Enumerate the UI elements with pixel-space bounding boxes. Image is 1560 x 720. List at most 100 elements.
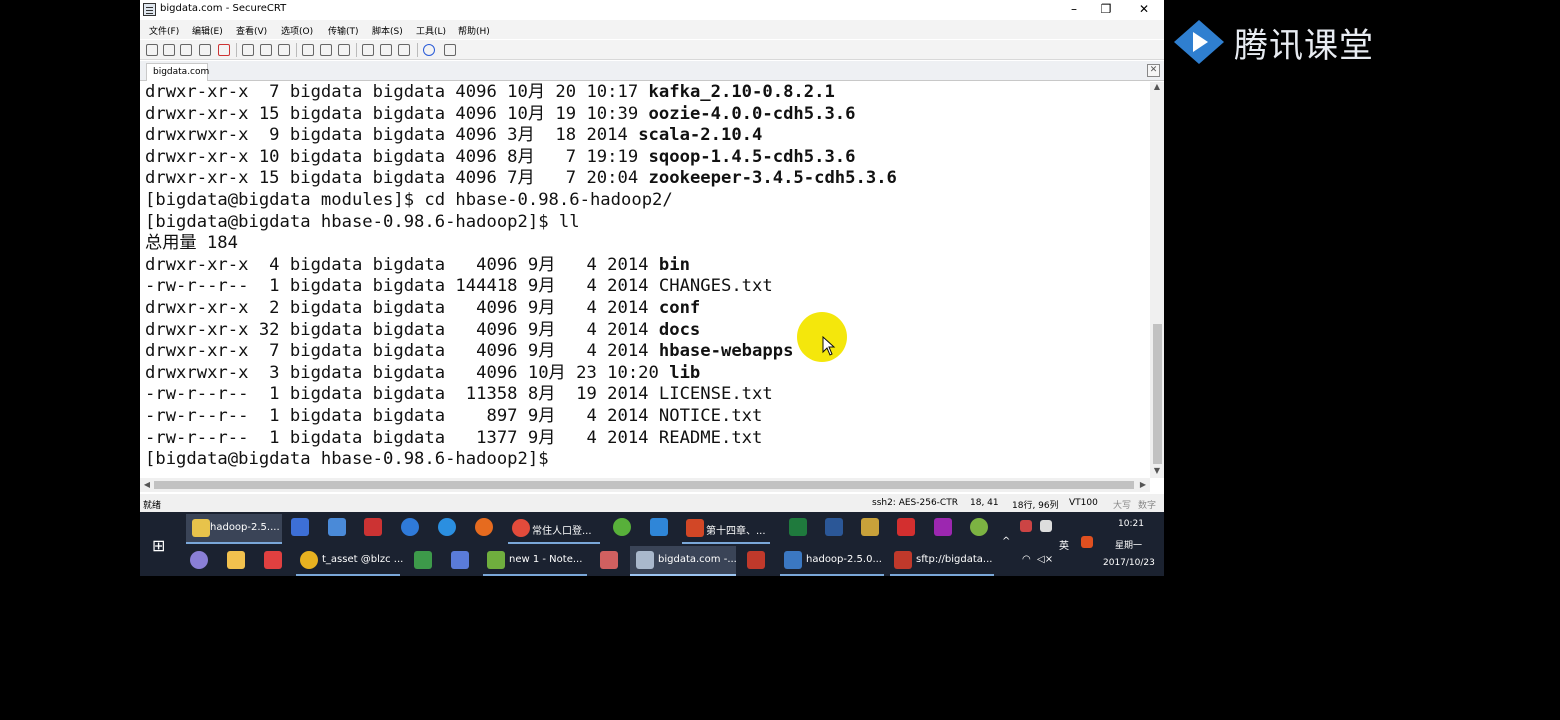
reconnect-icon[interactable]: [199, 44, 211, 56]
volume-muted-icon[interactable]: ◁×: [1037, 554, 1053, 565]
app-g-icon[interactable]: [291, 518, 309, 536]
settings-icon[interactable]: [380, 44, 392, 56]
taskbar-indicator: [890, 574, 994, 576]
play-logo-icon: [1174, 20, 1224, 64]
firefox-icon[interactable]: [475, 518, 493, 536]
wifi-icon[interactable]: ◠: [1022, 554, 1031, 565]
scroll-right-icon[interactable]: ▶: [1136, 478, 1150, 492]
menu-tools[interactable]: 工具(L): [416, 24, 446, 37]
taskbar-button-vbox[interactable]: hadoop-2.5.0...: [780, 546, 884, 574]
input-language[interactable]: 英: [1059, 537, 1069, 552]
app-colorful-icon[interactable]: [264, 551, 282, 569]
app-pen-icon[interactable]: [600, 551, 618, 569]
vertical-scrollbar[interactable]: ▲ ▼: [1150, 82, 1164, 478]
connect-icon[interactable]: [146, 44, 158, 56]
close-button[interactable]: ✕: [1126, 0, 1162, 19]
toolbar-separator: [356, 43, 357, 57]
session-options-icon[interactable]: [320, 44, 332, 56]
taskbar-button-securecrt[interactable]: bigdata.com -...: [630, 546, 737, 574]
filezilla-app-icon[interactable]: [747, 551, 765, 569]
app-green-icon[interactable]: [613, 518, 631, 536]
connect-tab-icon[interactable]: [180, 44, 192, 56]
battery-icon[interactable]: [1040, 520, 1052, 532]
terminal-line: drwxr-xr-x 4 bigdata bigdata 4096 9月 4 2…: [145, 255, 897, 277]
toolbar-options-icon[interactable]: [444, 44, 456, 56]
terminal-line-text: drwxrwxr-x 9 bigdata bigdata 4096 3月 18 …: [145, 125, 639, 146]
taskbar-button-folder[interactable]: hadoop-2.5....: [186, 514, 282, 542]
app-network-icon[interactable]: [328, 518, 346, 536]
terminal-output[interactable]: drwxr-xr-x 7 bigdata bigdata 4096 10月 20…: [140, 82, 1150, 478]
taskbar-indicator: [508, 542, 600, 544]
scroll-up-icon[interactable]: ▲: [1150, 82, 1164, 94]
terminal-entry-name: zookeeper-3.4.5-cdh5.3.6: [648, 168, 897, 189]
axure-icon[interactable]: [934, 518, 952, 536]
xmind-icon[interactable]: [897, 518, 915, 536]
taskbar-button-filezilla[interactable]: sftp://bigdata...: [890, 546, 994, 574]
menu-edit[interactable]: 编辑(E): [192, 24, 223, 37]
print-screen-icon[interactable]: [338, 44, 350, 56]
clock-time[interactable]: 10:21: [1118, 519, 1144, 529]
vertical-scroll-thumb[interactable]: [1153, 324, 1162, 464]
clock-weekday[interactable]: 星期一: [1115, 538, 1142, 551]
pycharm-icon[interactable]: [414, 551, 432, 569]
minimize-button[interactable]: –: [1056, 0, 1092, 19]
disconnect-icon[interactable]: [218, 44, 230, 56]
keymap-icon[interactable]: [398, 44, 410, 56]
status-ready: 就绪: [143, 501, 162, 511]
scroll-down-icon[interactable]: ▼: [1150, 466, 1164, 478]
session-tab[interactable]: bigdata.com: [146, 63, 209, 81]
menu-transfer[interactable]: 传输(T): [328, 24, 359, 37]
terminal-line-text: drwxrwxr-x 3 bigdata bigdata 4096 10月 23…: [145, 362, 670, 383]
tray-expand-icon[interactable]: ^: [1002, 536, 1010, 547]
quick-connect-icon[interactable]: [163, 44, 175, 56]
terminal-line: drwxr-xr-x 7 bigdata bigdata 4096 10月 20…: [145, 82, 897, 104]
ie-icon[interactable]: [438, 518, 456, 536]
status-cursor-position: 18, 41: [970, 498, 999, 508]
taskbar-indicator: [682, 542, 770, 544]
copy-icon[interactable]: [242, 44, 254, 56]
menu-view[interactable]: 查看(V): [236, 24, 267, 37]
start-windows-icon[interactable]: ⊞: [152, 536, 165, 555]
terminal-line: drwxr-xr-x 15 bigdata bigdata 4096 7月 7 …: [145, 168, 897, 190]
terminal-line-text: drwxr-xr-x 10 bigdata bigdata 4096 8月 7 …: [145, 146, 649, 167]
app-k-icon[interactable]: [401, 518, 419, 536]
eclipse-icon[interactable]: [190, 551, 208, 569]
app-blue-icon[interactable]: [650, 518, 668, 536]
filezilla-icon: [894, 551, 912, 569]
app-red-icon[interactable]: [364, 518, 382, 536]
paste-icon[interactable]: [260, 44, 272, 56]
input-method-icon[interactable]: [1081, 536, 1093, 548]
terminal-entry-name: CHANGES.txt: [658, 276, 773, 297]
word-icon[interactable]: [825, 518, 843, 536]
app-circle-icon[interactable]: [970, 518, 988, 536]
terminal-entry-name: bin: [658, 254, 690, 275]
maximize-button[interactable]: ❐: [1088, 0, 1124, 19]
app-folder2-icon[interactable]: [227, 551, 245, 569]
help-icon[interactable]: [423, 44, 435, 56]
tray-app-icon[interactable]: [1020, 520, 1032, 532]
terminal-entry-name: README.txt: [658, 427, 763, 448]
find-icon[interactable]: [278, 44, 290, 56]
securecrt-app-icon: [143, 3, 156, 16]
taskbar-button-powerpoint[interactable]: 第十四章、...: [682, 514, 770, 542]
menu-options[interactable]: 选项(O): [281, 24, 313, 37]
taskbar-button-notepad[interactable]: new 1 - Note...: [483, 546, 587, 574]
print-icon[interactable]: [302, 44, 314, 56]
excel-icon[interactable]: [789, 518, 807, 536]
horizontal-scroll-thumb[interactable]: [154, 481, 1134, 489]
scroll-left-icon[interactable]: ◀: [140, 478, 154, 492]
app-chart-icon[interactable]: [861, 518, 879, 536]
terminal-line: [bigdata@bigdata hbase-0.98.6-hadoop2]$: [145, 449, 897, 471]
status-num: 数字: [1138, 501, 1157, 511]
menu-script[interactable]: 脚本(S): [372, 24, 403, 37]
taskbar-label: sftp://bigdata...: [916, 554, 993, 565]
horizontal-scrollbar[interactable]: ◀ ▶: [140, 478, 1150, 492]
taskbar-button-chrome[interactable]: 常住人口登...: [508, 514, 600, 542]
intellij-icon[interactable]: [451, 551, 469, 569]
menu-file[interactable]: 文件(F): [149, 24, 179, 37]
sftp-icon[interactable]: [362, 44, 374, 56]
clock-date[interactable]: 2017/10/23: [1103, 558, 1155, 568]
tab-close-icon[interactable]: ✕: [1147, 64, 1160, 77]
taskbar-button-asset[interactable]: t_asset @blzc ...: [296, 546, 403, 574]
menu-help[interactable]: 帮助(H): [458, 24, 490, 37]
